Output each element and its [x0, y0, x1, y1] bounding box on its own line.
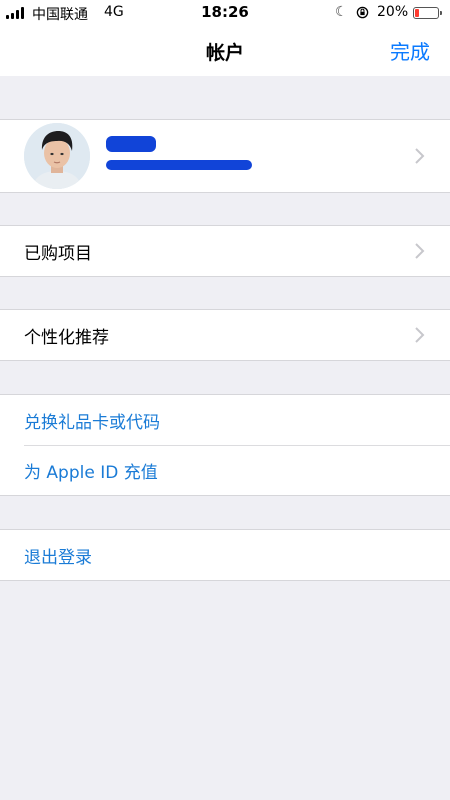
profile-row[interactable] — [0, 120, 450, 192]
personalized-group: 个性化推荐 — [0, 309, 450, 361]
profile-group — [0, 119, 450, 193]
chevron-right-icon — [415, 148, 425, 164]
page-title: 帐户 — [205, 42, 244, 64]
sign-out-row[interactable]: 退出登录 — [0, 530, 450, 580]
purchased-row[interactable]: 已购项目 — [0, 226, 450, 276]
purchased-label: 已购项目 — [24, 243, 92, 264]
battery-percent: 20% — [377, 4, 409, 20]
chevron-right-icon — [415, 243, 425, 259]
add-funds-row[interactable]: 为 Apple ID 充值 — [0, 445, 450, 495]
account-name-redacted — [106, 136, 156, 152]
funds-group: 兑换礼品卡或代码 为 Apple ID 充值 — [0, 394, 450, 496]
account-email-redacted — [106, 160, 252, 170]
nav-bar: 帐户 完成 — [0, 26, 450, 76]
redeem-label: 兑换礼品卡或代码 — [24, 412, 160, 433]
avatar — [24, 123, 90, 189]
status-bar: 中国联通 4G 18:26 ☾ 20% — [0, 0, 450, 26]
sign-out-label: 退出登录 — [24, 547, 92, 568]
chevron-right-icon — [415, 327, 425, 343]
personalized-label: 个性化推荐 — [24, 327, 109, 348]
purchased-group: 已购项目 — [0, 225, 450, 277]
moon-icon: ☾ — [335, 4, 348, 20]
done-button[interactable]: 完成 — [390, 36, 430, 65]
rotation-lock-icon — [356, 6, 369, 19]
sign-out-group: 退出登录 — [0, 529, 450, 581]
personalized-row[interactable]: 个性化推荐 — [0, 310, 450, 360]
redeem-gift-card-row[interactable]: 兑换礼品卡或代码 — [0, 395, 450, 445]
battery-icon — [413, 7, 442, 19]
add-funds-label: 为 Apple ID 充值 — [24, 462, 158, 483]
